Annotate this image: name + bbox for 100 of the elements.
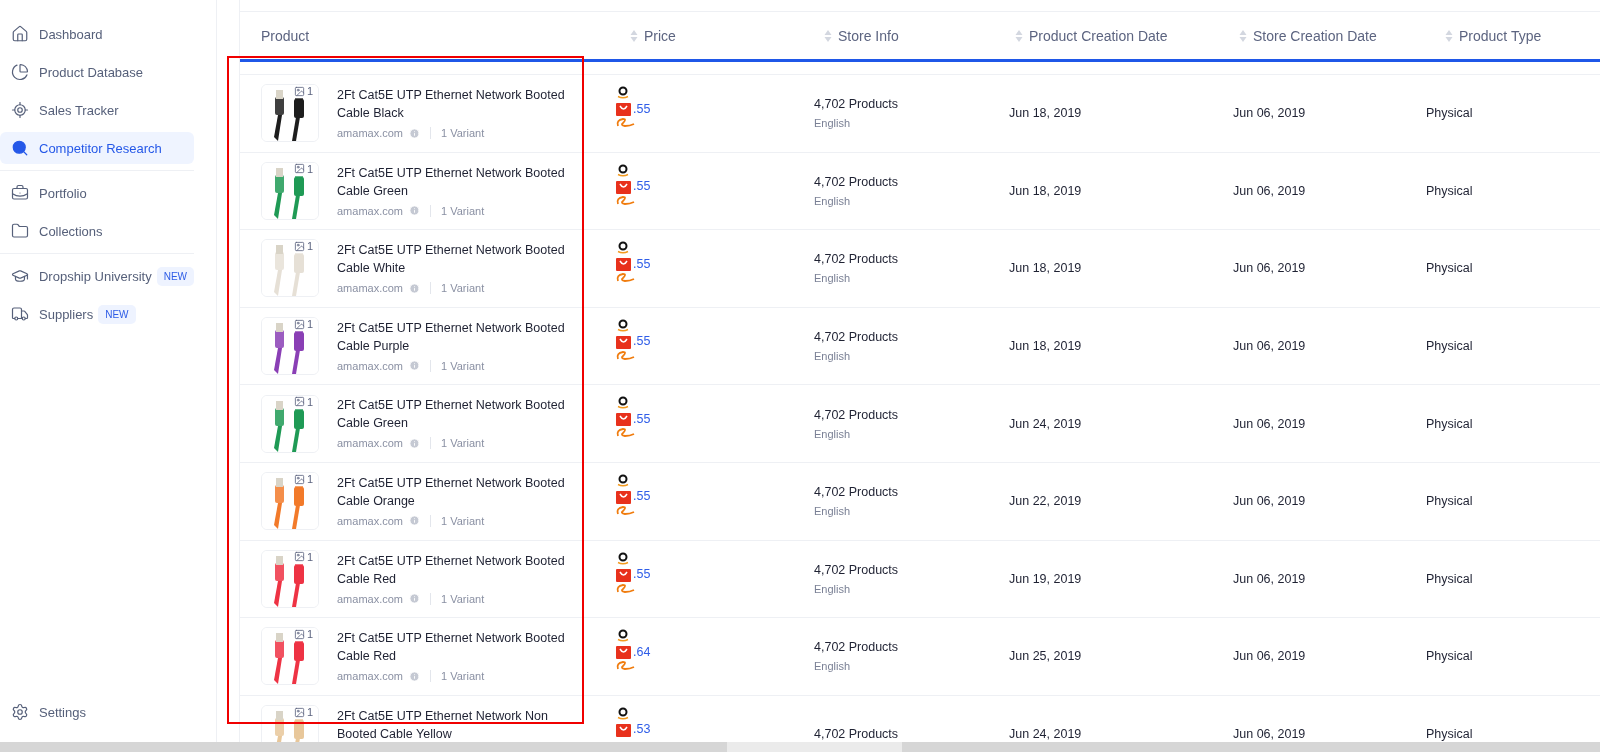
price-text[interactable]: .55	[633, 334, 651, 349]
sidebar-item[interactable]: Competitor Research	[0, 132, 194, 164]
new-badge: NEW	[98, 304, 136, 324]
table-cell-text: Physical	[1425, 649, 1474, 664]
store-language: English	[814, 660, 852, 673]
product-thumbnail[interactable]: 1	[261, 84, 319, 143]
product-count: 4,702 Products	[814, 727, 900, 742]
product-count: 4,702 Products	[814, 407, 900, 422]
table-cell-text: Jun 06, 2019	[1232, 183, 1307, 198]
variant-count: 1 Variant	[441, 670, 485, 683]
price-text[interactable]: .64	[633, 644, 651, 659]
product-title[interactable]: 2Ft Cat5E UTP Ethernet Network Non Booted Cable Yellow	[337, 706, 587, 743]
product-title[interactable]: 2Ft Cat5E UTP Ethernet Network Booted Cable White	[337, 241, 587, 278]
sidebar-item[interactable]: Sales Tracker	[0, 94, 194, 126]
table-cell-text: Jun 18, 2019	[1008, 106, 1083, 121]
price-text[interactable]: .55	[633, 256, 651, 271]
variant-count: 1 Variant	[441, 592, 485, 605]
price-text[interactable]: .55	[633, 567, 651, 582]
table-cell-text: Jun 06, 2019	[1232, 261, 1307, 276]
store-language: English	[814, 505, 852, 518]
table-cell-text: Physical	[1425, 571, 1474, 586]
column-header[interactable]: Price	[604, 27, 798, 44]
sidebar-item[interactable]: Settings	[0, 696, 194, 728]
sidebar-item[interactable]: Portfolio	[0, 177, 194, 209]
store-domain: amamax.com	[337, 437, 404, 450]
table-cell-text: Jun 06, 2019	[1232, 571, 1307, 586]
variant-count: 1 Variant	[441, 204, 485, 217]
table-cell-text: Jun 18, 2019	[1008, 183, 1083, 198]
store-language: English	[814, 350, 852, 363]
product-count: 4,702 Products	[814, 174, 900, 189]
store-domain: amamax.com	[337, 514, 404, 527]
product-title[interactable]: 2Ft Cat5E UTP Ethernet Network Booted Cable Red	[337, 551, 587, 588]
column-header[interactable]: Product	[240, 27, 604, 44]
product-title[interactable]: 2Ft Cat5E UTP Ethernet Network Booted Cable Green	[337, 396, 587, 433]
table-cell-text: Jun 06, 2019	[1232, 649, 1307, 664]
store-language: English	[814, 272, 852, 285]
product-title[interactable]: 2Ft Cat5E UTP Ethernet Network Booted Cable Green	[337, 163, 587, 200]
table-cell-text: Jun 06, 2019	[1232, 727, 1307, 742]
variant-count: 1 Variant	[441, 437, 485, 450]
variant-count: 1 Variant	[441, 282, 485, 295]
store-domain: amamax.com	[337, 127, 404, 139]
table-cell-text: Jun 19, 2019	[1008, 571, 1083, 586]
product-title[interactable]: 2Ft Cat5E UTP Ethernet Network Booted Cable Purple	[337, 318, 587, 355]
table-cell-text: Jun 25, 2019	[1008, 649, 1083, 664]
product-thumbnail[interactable]: 1	[261, 239, 319, 298]
product-title[interactable]: 2Ft Cat5E UTP Ethernet Network Booted Cable Black	[337, 86, 587, 122]
product-thumbnail[interactable]: 1	[261, 317, 319, 376]
table-cell-text: Physical	[1425, 106, 1474, 121]
table-cell-text: Physical	[1425, 416, 1474, 431]
table-cell-text: Physical	[1425, 727, 1474, 742]
column-header[interactable]: Store Creation Date	[1216, 27, 1422, 44]
product-title[interactable]: 2Ft Cat5E UTP Ethernet Network Booted Cable Red	[337, 629, 587, 666]
product-thumbnail[interactable]: 1	[261, 549, 319, 608]
new-badge: NEW	[156, 266, 194, 286]
price-text[interactable]: .55	[633, 179, 651, 194]
column-header[interactable]: Store Info	[798, 27, 994, 44]
store-language: English	[814, 582, 852, 595]
product-count: 4,702 Products	[814, 97, 900, 112]
variant-count: 1 Variant	[441, 127, 485, 139]
table-cell-text: Physical	[1425, 261, 1474, 276]
product-count: 4,702 Products	[814, 330, 900, 345]
store-language: English	[814, 117, 852, 130]
price-text[interactable]: .55	[633, 411, 651, 426]
store-domain: amamax.com	[337, 359, 404, 372]
table-cell-text: Jun 06, 2019	[1232, 106, 1307, 121]
sidebar-item[interactable]: Collections	[0, 215, 194, 247]
price-text[interactable]: .55	[633, 101, 651, 116]
table-cell-text: Physical	[1425, 183, 1474, 198]
store-domain: amamax.com	[337, 282, 404, 295]
sidebar-item[interactable]: Dropship University NEW	[0, 260, 194, 292]
table-cell-text: Jun 18, 2019	[1008, 261, 1083, 276]
product-count: 4,702 Products	[814, 562, 900, 577]
price-text[interactable]: .55	[633, 489, 651, 504]
table-cell-text: Jun 06, 2019	[1232, 339, 1307, 354]
table-cell-text: Jun 18, 2019	[1008, 339, 1083, 354]
product-count: 4,702 Products	[814, 640, 900, 655]
sidebar-item[interactable]: Dashboard	[0, 18, 194, 50]
sidebar-item[interactable]: Product Database	[0, 56, 194, 88]
product-thumbnail[interactable]: 1	[261, 161, 319, 220]
store-domain: amamax.com	[337, 204, 404, 217]
store-language: English	[814, 194, 852, 207]
table-cell-text: Jun 06, 2019	[1232, 494, 1307, 509]
table-cell-text: Physical	[1425, 494, 1474, 509]
table-cell-text: Physical	[1425, 339, 1474, 354]
column-header[interactable]: Product Type	[1422, 27, 1600, 44]
sidebar-item[interactable]: Suppliers NEW	[0, 298, 194, 330]
product-count: 4,702 Products	[814, 252, 900, 267]
price-text[interactable]: .53	[633, 722, 651, 737]
product-thumbnail[interactable]: 1	[261, 627, 319, 686]
table-cell-text: Jun 22, 2019	[1008, 494, 1083, 509]
product-title[interactable]: 2Ft Cat5E UTP Ethernet Network Booted Cable Orange	[337, 473, 587, 510]
variant-count: 1 Variant	[441, 514, 485, 527]
column-header[interactable]: Product Creation Date	[994, 27, 1216, 44]
product-thumbnail[interactable]: 1	[261, 394, 319, 453]
table-cell-text: Jun 24, 2019	[1008, 727, 1083, 742]
product-count: 4,702 Products	[814, 485, 900, 500]
variant-count: 1 Variant	[441, 359, 485, 372]
table-cell-text: Jun 24, 2019	[1008, 416, 1083, 431]
product-thumbnail[interactable]: 1	[261, 472, 319, 531]
store-domain: amamax.com	[337, 670, 404, 683]
